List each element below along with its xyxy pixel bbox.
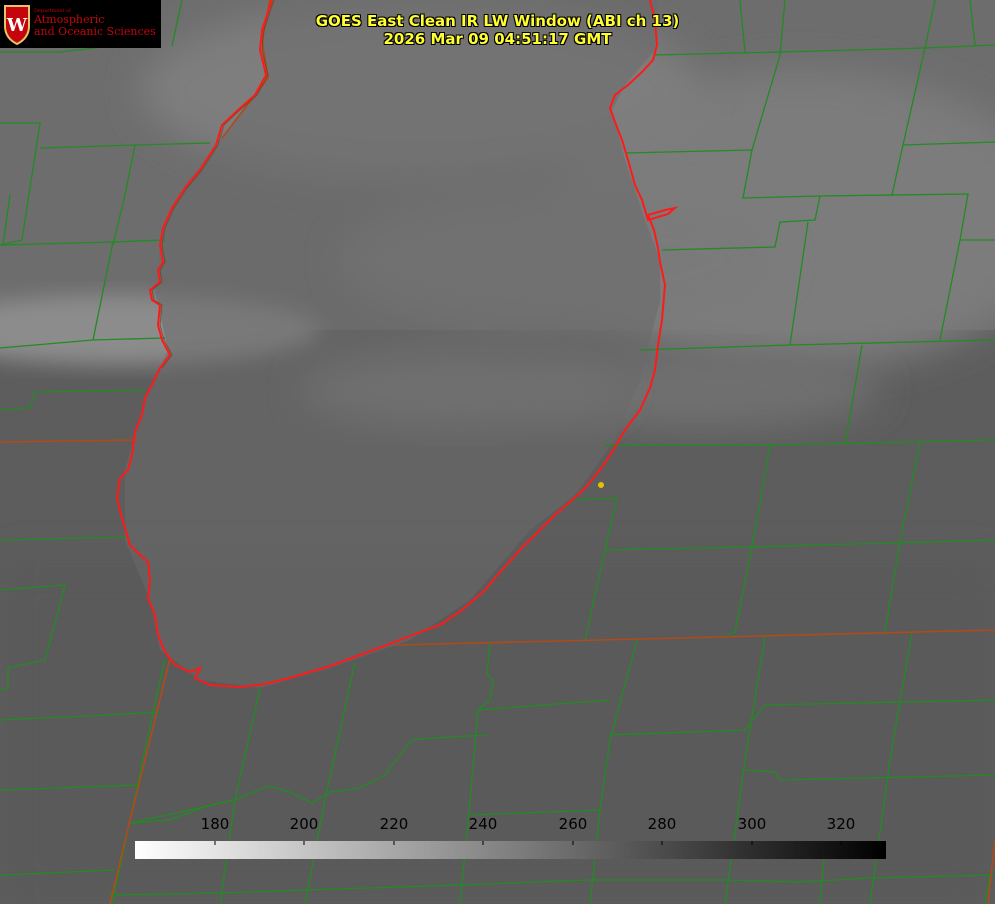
colorbar-tick-label: 320 [826, 815, 856, 833]
title-product: GOES East Clean IR LW Window (ABI ch 13) [315, 12, 680, 30]
colorbar-tick-label: 240 [468, 815, 498, 833]
satellite-map [0, 0, 995, 904]
satellite-image-viewer: 180 200 220 240 260 280 300 320 W Depart… [0, 0, 995, 904]
colorbar-tick-label: 260 [558, 815, 588, 833]
image-title: GOES East Clean IR LW Window (ABI ch 13)… [0, 12, 995, 48]
title-timestamp: 2026 Mar 09 04:51:17 GMT [383, 30, 612, 48]
location-dot-icon [598, 482, 604, 488]
colorbar [135, 841, 886, 859]
colorbar-tick-label: 220 [379, 815, 409, 833]
colorbar-tick-label: 180 [200, 815, 230, 833]
colorbar-tick-label: 300 [737, 815, 767, 833]
colorbar-tick-label: 200 [289, 815, 319, 833]
colorbar-tick-label: 280 [647, 815, 677, 833]
